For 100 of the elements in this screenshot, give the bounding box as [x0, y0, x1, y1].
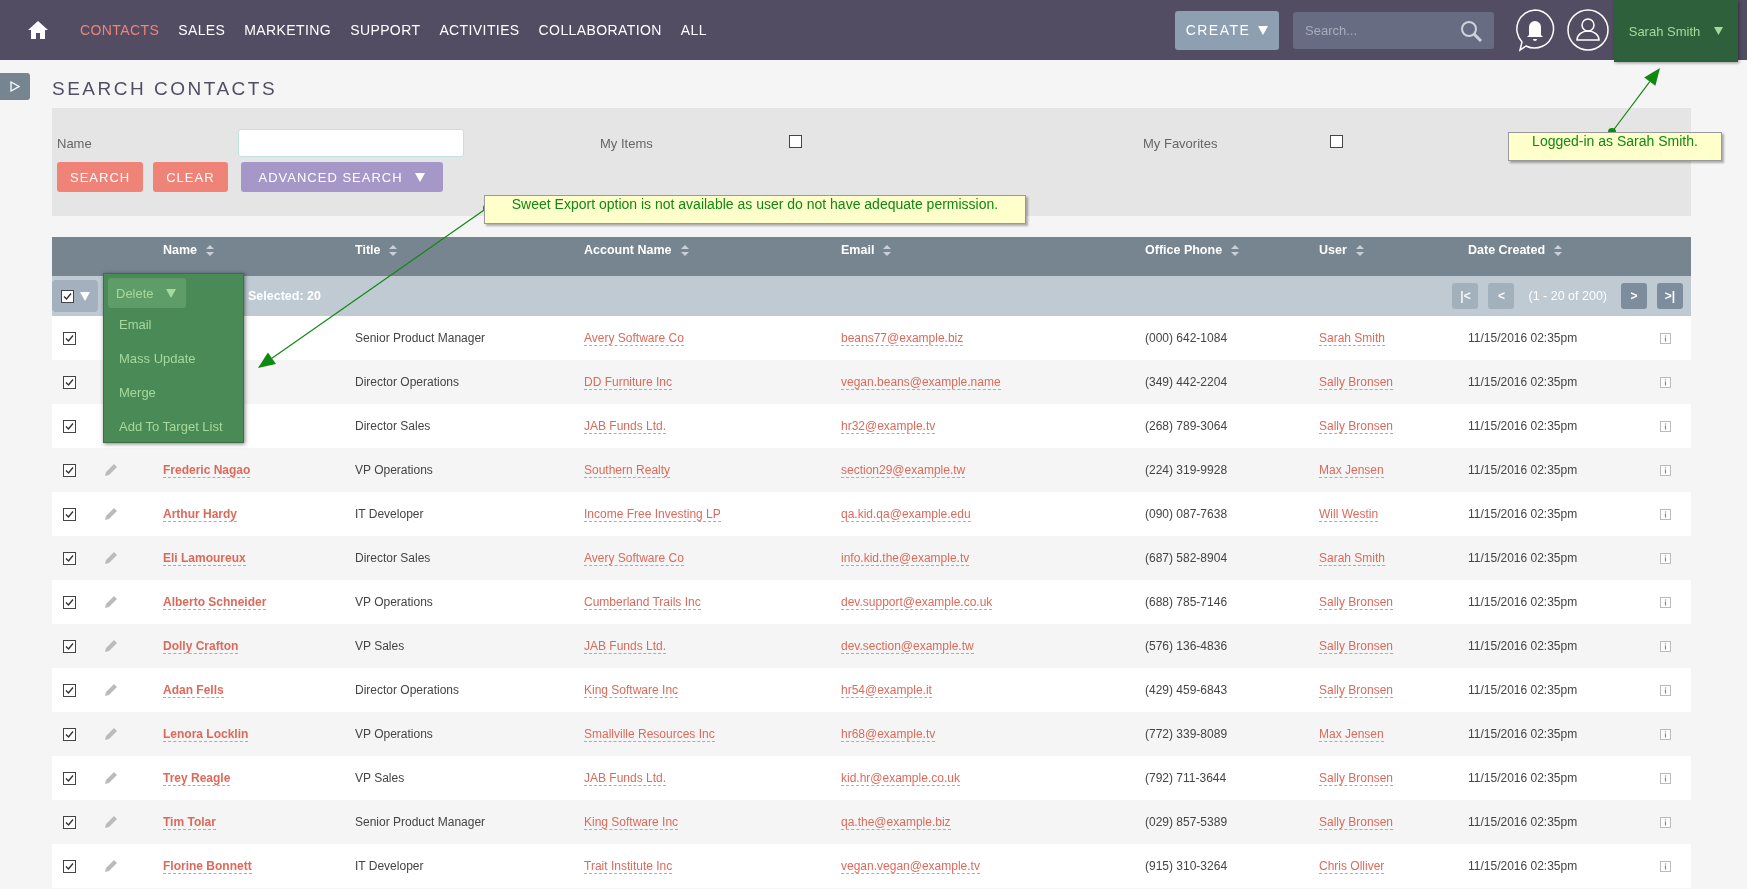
email-link[interactable]: hr68@example.tv	[841, 726, 936, 742]
contact-name-link[interactable]: Dolly Crafton	[163, 638, 239, 654]
bulk-select-button[interactable]	[52, 280, 98, 312]
user-link[interactable]: Chris Olliver	[1319, 858, 1385, 874]
email-link[interactable]: vegan.beans@example.name	[841, 374, 1001, 390]
info-icon[interactable]	[1660, 596, 1671, 608]
email-link[interactable]: qa.the@example.biz	[841, 814, 951, 830]
email-link[interactable]: qa.kid.qa@example.edu	[841, 506, 971, 522]
menu-item[interactable]: Mass Update	[108, 342, 239, 376]
my-items-checkbox[interactable]	[789, 135, 802, 148]
user-link[interactable]: Sally Bronsen	[1319, 770, 1394, 786]
account-link[interactable]: Cumberland Trails Inc	[584, 594, 701, 610]
search-field[interactable]: Search...	[1293, 11, 1494, 49]
row-checkbox[interactable]	[63, 331, 76, 345]
row-checkbox[interactable]	[63, 815, 76, 829]
account-link[interactable]: King Software Inc	[584, 682, 679, 698]
row-checkbox[interactable]	[63, 859, 76, 873]
menu-item[interactable]: Email	[108, 308, 239, 342]
email-link[interactable]: kid.hr@example.co.uk	[841, 770, 960, 786]
nav-tab[interactable]: CONTACTS	[80, 22, 160, 38]
sort-icon[interactable]	[883, 244, 892, 256]
column-header[interactable]: Title	[355, 243, 381, 258]
email-link[interactable]: info.kid.the@example.tv	[841, 550, 970, 566]
advanced-search-button[interactable]: ADVANCED SEARCH	[240, 162, 443, 192]
user-link[interactable]: Sally Bronsen	[1319, 682, 1394, 698]
email-link[interactable]: beans77@example.biz	[841, 330, 964, 346]
contact-name-link[interactable]: Arthur Hardy	[163, 506, 237, 522]
name-input-field[interactable]	[238, 129, 464, 157]
nav-tab[interactable]: MARKETING	[244, 22, 332, 38]
column-header[interactable]: Email	[841, 243, 875, 258]
info-icon[interactable]	[1660, 640, 1671, 652]
info-icon[interactable]	[1660, 816, 1671, 828]
info-icon[interactable]	[1660, 552, 1671, 564]
account-link[interactable]: Smallville Resources Inc	[584, 726, 715, 742]
contact-name-link[interactable]: Adan Fells	[163, 682, 224, 698]
nav-tab[interactable]: SUPPORT	[350, 22, 421, 38]
account-link[interactable]: Income Free Investing LP	[584, 506, 721, 522]
row-checkbox[interactable]	[63, 727, 76, 741]
contact-name-link[interactable]: Alberto Schneider	[163, 594, 267, 610]
pencil-icon[interactable]	[104, 463, 118, 477]
contact-name-link[interactable]: Tim Tolar	[163, 814, 216, 830]
home-icon[interactable]	[28, 21, 48, 39]
column-header[interactable]: User	[1319, 243, 1347, 258]
column-header[interactable]: Office Phone	[1145, 243, 1223, 258]
contact-name-link[interactable]: Frederic Nagao	[163, 462, 251, 478]
user-link[interactable]: Sally Bronsen	[1319, 418, 1394, 434]
account-link[interactable]: JAB Funds Ltd.	[584, 770, 667, 786]
account-link[interactable]: Trait Institute Inc	[584, 858, 673, 874]
email-link[interactable]: dev.support@example.co.uk	[841, 594, 993, 610]
column-header[interactable]: Date Created	[1468, 243, 1546, 258]
email-link[interactable]: vegan.vegan@example.tv	[841, 858, 980, 874]
pencil-icon[interactable]	[104, 639, 118, 653]
search-icon[interactable]	[1460, 19, 1482, 42]
my-favorites-checkbox[interactable]	[1330, 135, 1343, 148]
form-button[interactable]: SEARCH	[57, 162, 144, 192]
account-link[interactable]: JAB Funds Ltd.	[584, 638, 667, 654]
pencil-icon[interactable]	[104, 683, 118, 697]
pencil-icon[interactable]	[104, 595, 118, 609]
checkbox[interactable]	[60, 289, 74, 303]
account-link[interactable]: JAB Funds Ltd.	[584, 418, 667, 434]
user-link[interactable]: Sarah Smith	[1319, 330, 1386, 346]
info-icon[interactable]	[1660, 728, 1671, 740]
create-button[interactable]: CREATE	[1175, 10, 1279, 50]
column-header[interactable]: Account Name	[584, 243, 672, 258]
info-icon[interactable]	[1660, 420, 1671, 432]
nav-tab[interactable]: SALES	[178, 22, 226, 38]
row-checkbox[interactable]	[63, 463, 76, 477]
account-link[interactable]: DD Furniture Inc	[584, 374, 673, 390]
delete-button[interactable]: Delete	[108, 278, 186, 308]
account-link[interactable]: Avery Software Co	[584, 550, 684, 566]
notification-bell-icon[interactable]	[1514, 8, 1556, 52]
pencil-icon[interactable]	[104, 507, 118, 521]
row-checkbox[interactable]	[63, 507, 76, 521]
row-checkbox[interactable]	[63, 551, 76, 565]
user-link[interactable]: Sally Bronsen	[1319, 814, 1394, 830]
user-avatar-icon[interactable]	[1567, 9, 1609, 51]
sort-icon[interactable]	[680, 244, 689, 256]
info-icon[interactable]	[1660, 684, 1671, 696]
row-checkbox[interactable]	[63, 683, 76, 697]
contact-name-link[interactable]: Florine Bonnett	[163, 858, 252, 874]
pencil-icon[interactable]	[104, 727, 118, 741]
row-checkbox[interactable]	[63, 771, 76, 785]
sort-icon[interactable]	[389, 244, 398, 256]
account-link[interactable]: Avery Software Co	[584, 330, 684, 346]
form-button[interactable]: CLEAR	[153, 162, 228, 192]
account-link[interactable]: King Software Inc	[584, 814, 679, 830]
user-link[interactable]: Sally Bronsen	[1319, 374, 1394, 390]
pagination-button[interactable]: >|	[1657, 283, 1683, 309]
menu-item[interactable]: Merge	[108, 376, 239, 410]
sort-icon[interactable]	[1355, 244, 1364, 256]
email-link[interactable]: dev.section@example.tw	[841, 638, 974, 654]
user-link[interactable]: Max Jensen	[1319, 462, 1384, 478]
row-checkbox[interactable]	[63, 375, 76, 389]
info-icon[interactable]	[1660, 772, 1671, 784]
sidebar-toggle-button[interactable]	[0, 73, 30, 100]
sort-icon[interactable]	[1554, 244, 1563, 256]
info-icon[interactable]	[1660, 332, 1671, 344]
user-link[interactable]: Sarah Smith	[1319, 550, 1386, 566]
sort-icon[interactable]	[206, 244, 215, 256]
user-link[interactable]: Sally Bronsen	[1319, 594, 1394, 610]
